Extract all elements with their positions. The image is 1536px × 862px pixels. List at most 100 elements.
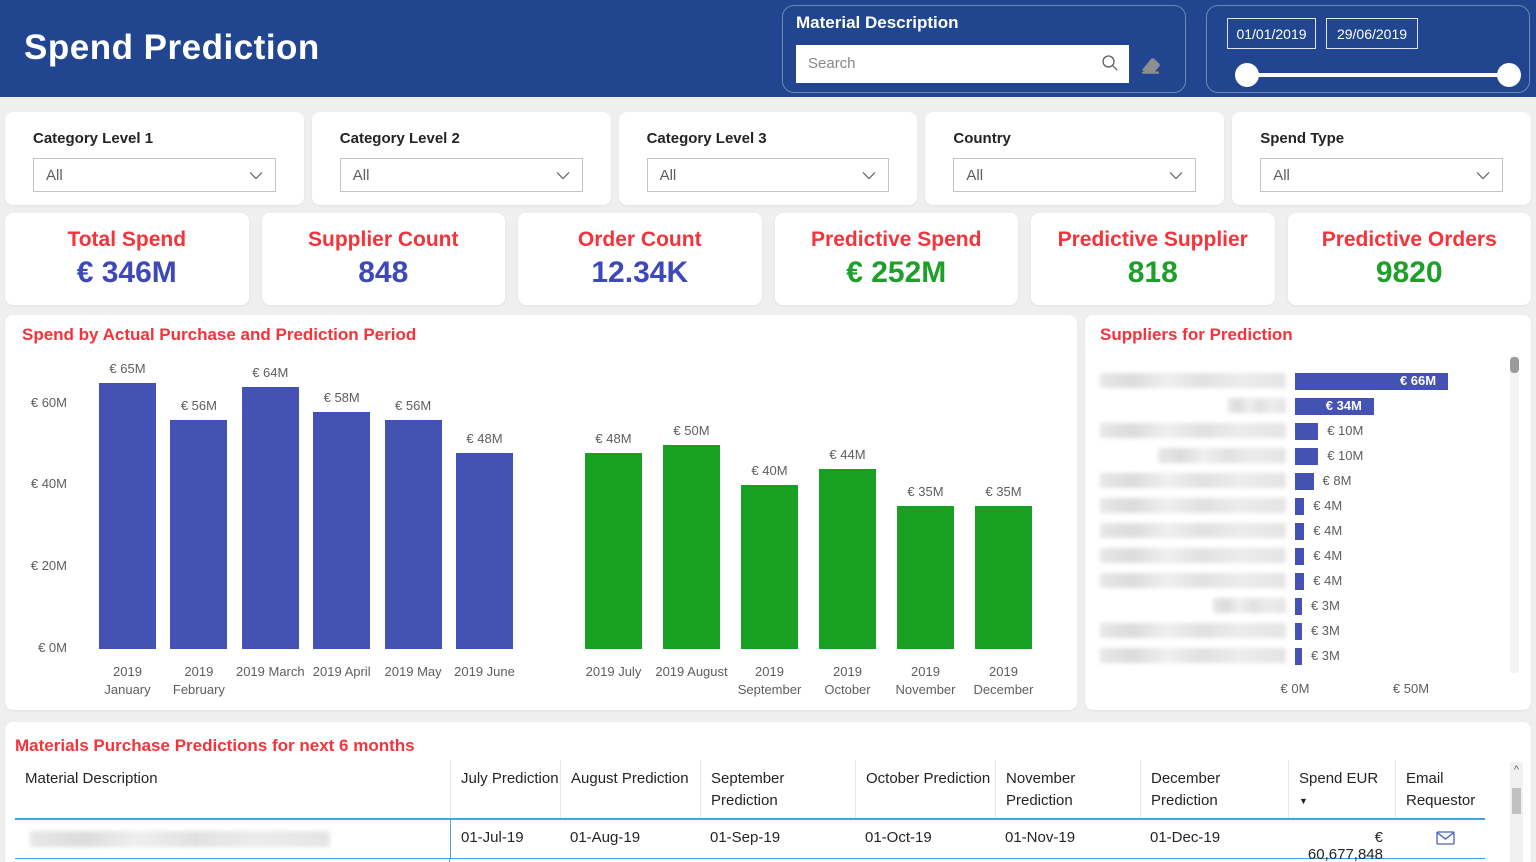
y-axis-tick: € 20M xyxy=(17,558,67,573)
spend-chart-title: Spend by Actual Purchase and Prediction … xyxy=(22,325,416,345)
bar-2019-may[interactable] xyxy=(385,420,442,649)
suppliers-for-prediction-card: Suppliers for Prediction € 66M€ 34M€ 10M… xyxy=(1085,315,1531,710)
filter-dropdown-category-level-3[interactable]: All xyxy=(647,158,890,192)
x-axis-label: 2019 June xyxy=(446,663,524,681)
bar-2019-august[interactable] xyxy=(663,445,720,650)
cell-august: 01-Aug-19 xyxy=(560,820,700,858)
supplier-bar-value-label: € 34M xyxy=(1295,398,1362,413)
sort-desc-icon[interactable]: ▼ xyxy=(1299,795,1395,808)
date-start-input[interactable]: 01/01/2019 xyxy=(1227,18,1316,49)
kpi-card-predictive-supplier: Predictive Supplier818 xyxy=(1031,213,1275,305)
column-header-december-prediction[interactable]: December Prediction xyxy=(1140,760,1288,818)
date-range-slider[interactable] xyxy=(1207,58,1531,92)
eraser-icon[interactable] xyxy=(1139,54,1165,76)
kpi-label: Supplier Count xyxy=(308,228,459,252)
chevron-down-icon xyxy=(1169,171,1183,180)
x-axis-label: 2019 July xyxy=(575,663,653,681)
slider-handle-end[interactable] xyxy=(1497,63,1521,87)
filter-dropdown-category-level-1[interactable]: All xyxy=(33,158,276,192)
kpi-card-total-spend: Total Spend€ 346M xyxy=(5,213,249,305)
kpi-label: Order Count xyxy=(578,228,702,252)
bar-value-label: € 40M xyxy=(724,463,816,478)
supplier-bar[interactable] xyxy=(1295,473,1314,490)
envelope-icon[interactable] xyxy=(1436,831,1455,845)
supplier-bar[interactable] xyxy=(1295,523,1304,540)
bar-2019-july[interactable] xyxy=(585,453,642,649)
spend-by-period-chart-card: Spend by Actual Purchase and Prediction … xyxy=(5,315,1077,710)
material-search-group: Material Description xyxy=(782,5,1186,93)
supplier-name-redacted xyxy=(1100,373,1286,388)
supplier-bar[interactable] xyxy=(1295,448,1318,465)
column-header-material-description[interactable]: Material Description xyxy=(15,760,450,818)
bar-2019-march[interactable] xyxy=(242,387,299,649)
filter-dropdown-country[interactable]: All xyxy=(953,158,1196,192)
supplier-bar-value-label: € 4M xyxy=(1313,498,1342,513)
x-axis-label: 2019 January xyxy=(89,663,167,699)
supplier-bar-value-label: € 3M xyxy=(1311,598,1340,613)
supplier-name-redacted xyxy=(1100,498,1286,513)
column-header-august-prediction[interactable]: August Prediction xyxy=(560,760,700,818)
suppliers-chart-title: Suppliers for Prediction xyxy=(1100,325,1293,345)
suppliers-scrollbar[interactable] xyxy=(1510,355,1519,673)
table-header-row: Material DescriptionJuly PredictionAugus… xyxy=(15,760,1485,820)
bar-value-label: € 56M xyxy=(367,398,459,413)
page-title: Spend Prediction xyxy=(24,28,320,68)
supplier-bar-value-label: € 8M xyxy=(1323,473,1352,488)
bar-2019-october[interactable] xyxy=(819,469,876,649)
x-axis-label: 2019 November xyxy=(887,663,965,699)
kpi-value: € 346M xyxy=(77,256,177,290)
chevron-down-icon xyxy=(862,171,876,180)
table-scrollbar[interactable]: ^ xyxy=(1510,762,1523,862)
app-header: Spend Prediction Material Description 01… xyxy=(0,0,1536,97)
filter-selected-value: All xyxy=(660,167,863,184)
supplier-bar[interactable] xyxy=(1295,598,1302,615)
supplier-bar[interactable] xyxy=(1295,423,1318,440)
filter-card-category-level-1: Category Level 1All xyxy=(5,112,304,205)
bar-2019-february[interactable] xyxy=(170,420,227,649)
slider-track[interactable] xyxy=(1247,73,1509,77)
column-header-label: December Prediction xyxy=(1151,770,1220,809)
search-icon xyxy=(1101,54,1119,72)
bar-2019-september[interactable] xyxy=(741,485,798,649)
supplier-bar-value-label: € 4M xyxy=(1313,573,1342,588)
supplier-bar[interactable] xyxy=(1295,498,1304,515)
filter-label: Category Level 3 xyxy=(647,130,767,147)
x-axis-label: 2019 March xyxy=(231,663,309,681)
date-range-group: 01/01/2019 29/06/2019 xyxy=(1206,5,1530,93)
search-input[interactable] xyxy=(808,45,1088,81)
chevron-down-icon xyxy=(556,171,570,180)
suppliers-scrollbar-thumb[interactable] xyxy=(1510,357,1519,373)
kpi-card-predictive-orders: Predictive Orders9820 xyxy=(1288,213,1532,305)
supplier-bar[interactable] xyxy=(1295,648,1302,665)
date-end-input[interactable]: 29/06/2019 xyxy=(1326,18,1418,49)
bar-value-label: € 65M xyxy=(82,361,174,376)
x-axis-label: 2019 April xyxy=(303,663,381,681)
bar-2019-april[interactable] xyxy=(313,412,370,649)
column-header-email-requestor[interactable]: Email Requestor xyxy=(1395,760,1485,818)
bar-2019-december[interactable] xyxy=(975,506,1032,649)
column-header-october-prediction[interactable]: October Prediction xyxy=(855,760,995,818)
supplier-name-redacted xyxy=(1100,473,1286,488)
filter-dropdown-spend-type[interactable]: All xyxy=(1260,158,1503,192)
supplier-bar[interactable] xyxy=(1295,623,1302,640)
table-scrollbar-thumb[interactable] xyxy=(1512,788,1521,814)
supplier-bar-value-label: € 4M xyxy=(1313,548,1342,563)
bar-2019-november[interactable] xyxy=(897,506,954,649)
table-row[interactable]: 01-Jul-1901-Aug-1901-Sep-1901-Oct-1901-N… xyxy=(15,820,1485,859)
column-header-label: October Prediction xyxy=(866,770,990,787)
bar-2019-june[interactable] xyxy=(456,453,513,649)
scroll-up-icon[interactable]: ^ xyxy=(1510,764,1523,776)
column-header-spend-eur[interactable]: Spend EUR▼ xyxy=(1288,760,1395,818)
filter-row: Category Level 1AllCategory Level 2AllCa… xyxy=(5,112,1531,205)
column-header-september-prediction[interactable]: September Prediction xyxy=(700,760,855,818)
x-axis-label: 2019 September xyxy=(731,663,809,699)
cell-december: 01-Dec-19 xyxy=(1140,820,1288,858)
bar-2019-january[interactable] xyxy=(99,383,156,649)
slider-handle-start[interactable] xyxy=(1235,63,1259,87)
supplier-bar[interactable] xyxy=(1295,548,1304,565)
column-header-november-prediction[interactable]: November Prediction xyxy=(995,760,1140,818)
filter-dropdown-category-level-2[interactable]: All xyxy=(340,158,583,192)
material-search-box[interactable] xyxy=(796,45,1129,83)
column-header-july-prediction[interactable]: July Prediction xyxy=(450,760,560,818)
supplier-bar[interactable] xyxy=(1295,573,1304,590)
